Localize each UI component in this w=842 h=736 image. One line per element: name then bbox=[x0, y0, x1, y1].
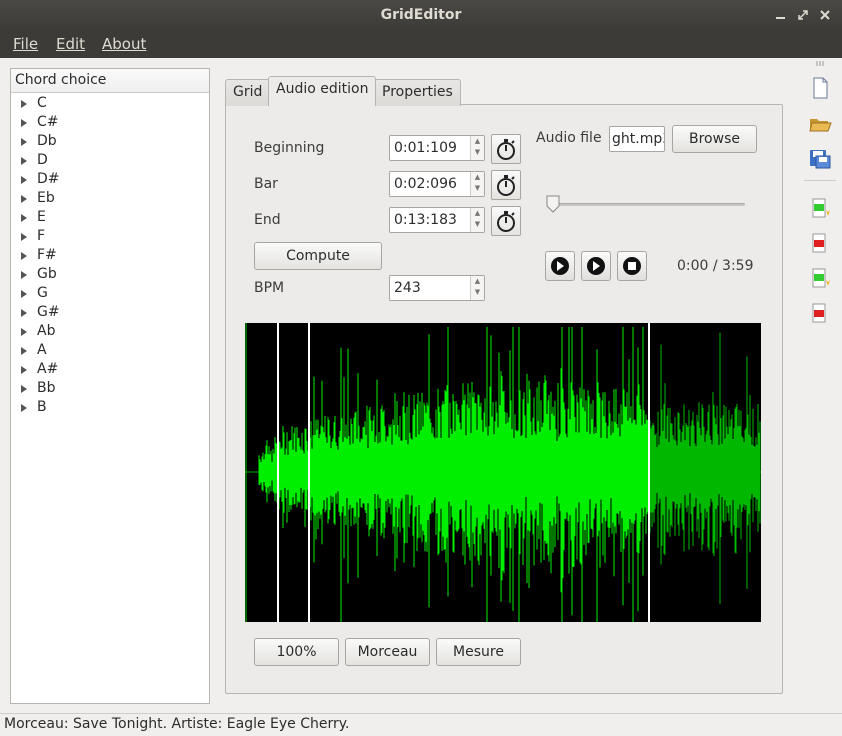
expand-arrow-icon[interactable] bbox=[21, 384, 27, 393]
position-slider-track[interactable] bbox=[547, 203, 745, 206]
chord-choice-panel: Chord choice C C# Db D D# Eb E F F# Gb G… bbox=[10, 68, 210, 704]
end-spinbox[interactable]: 0:13:183 ▲ ▼ bbox=[389, 207, 485, 233]
stop-button[interactable] bbox=[617, 251, 647, 281]
zoom-100-button[interactable]: 100% bbox=[254, 638, 339, 666]
expand-arrow-icon[interactable] bbox=[21, 118, 27, 127]
chord-item-b[interactable]: B bbox=[11, 398, 209, 417]
compute-button[interactable]: Compute bbox=[254, 242, 382, 270]
audio-file-label: Audio file bbox=[536, 130, 602, 146]
chord-item-bb[interactable]: Bb bbox=[11, 379, 209, 398]
new-file-icon[interactable] bbox=[808, 76, 832, 100]
play-icon bbox=[551, 257, 569, 275]
expand-arrow-icon[interactable] bbox=[21, 175, 27, 184]
minimize-icon[interactable] bbox=[772, 6, 790, 24]
spin-arrows-icon[interactable]: ▲ ▼ bbox=[470, 136, 484, 160]
spin-arrows-icon[interactable]: ▲ ▼ bbox=[470, 208, 484, 232]
bpm-spinbox[interactable]: 243 ▲ ▼ bbox=[389, 275, 485, 301]
chord-choice-header: Chord choice bbox=[11, 69, 209, 93]
chord-item-d-sharp[interactable]: D# bbox=[11, 170, 209, 189]
play-bar-button[interactable] bbox=[581, 251, 611, 281]
spin-arrows-icon[interactable]: ▲ ▼ bbox=[470, 172, 484, 196]
chord-item-a-sharp[interactable]: A# bbox=[11, 360, 209, 379]
expand-arrow-icon[interactable] bbox=[21, 156, 27, 165]
stopwatch-icon bbox=[497, 211, 515, 232]
chord-item-g-sharp[interactable]: G# bbox=[11, 303, 209, 322]
expand-arrow-icon[interactable] bbox=[21, 308, 27, 317]
chord-item-e[interactable]: E bbox=[11, 208, 209, 227]
tab-properties[interactable]: Properties bbox=[374, 79, 461, 106]
chord-item-f-sharp[interactable]: F# bbox=[11, 246, 209, 265]
save-as-icon[interactable] bbox=[808, 146, 832, 170]
play-button[interactable] bbox=[545, 251, 575, 281]
tab-grid[interactable]: Grid bbox=[225, 79, 271, 106]
expand-arrow-icon[interactable] bbox=[21, 232, 27, 241]
chord-item-d[interactable]: D bbox=[11, 151, 209, 170]
bpm-label: BPM bbox=[254, 280, 285, 296]
waveform-view[interactable] bbox=[245, 323, 761, 622]
bar-timer-button[interactable] bbox=[491, 170, 521, 200]
bar-label: Bar bbox=[254, 176, 278, 192]
beginning-timer-button[interactable] bbox=[491, 134, 521, 164]
title-bar: GridEditor bbox=[0, 0, 842, 31]
waveform-graphic bbox=[245, 323, 761, 622]
expand-arrow-icon[interactable] bbox=[21, 365, 27, 374]
expand-arrow-icon[interactable] bbox=[21, 327, 27, 336]
expand-arrow-icon[interactable] bbox=[21, 251, 27, 260]
tab-audio-edition[interactable]: Audio edition bbox=[268, 76, 377, 106]
time-display: 0:00 / 3:59 bbox=[677, 258, 754, 274]
expand-arrow-icon[interactable] bbox=[21, 346, 27, 355]
browse-button[interactable]: Browse bbox=[672, 125, 757, 153]
add-row-icon[interactable] bbox=[808, 196, 832, 220]
status-bar: Morceau: Save Tonight. Artiste: Eagle Ey… bbox=[0, 713, 842, 736]
stopwatch-icon bbox=[497, 175, 515, 196]
expand-arrow-icon[interactable] bbox=[21, 213, 27, 222]
chord-item-a[interactable]: A bbox=[11, 341, 209, 360]
stop-icon bbox=[623, 257, 641, 275]
chord-item-eb[interactable]: Eb bbox=[11, 189, 209, 208]
morceau-button[interactable]: Morceau bbox=[345, 638, 430, 666]
spin-arrows-icon[interactable]: ▲ ▼ bbox=[470, 276, 484, 300]
end-timer-button[interactable] bbox=[491, 206, 521, 236]
chord-item-f[interactable]: F bbox=[11, 227, 209, 246]
menu-bar: File Edit About bbox=[0, 31, 842, 58]
expand-arrow-icon[interactable] bbox=[21, 289, 27, 298]
chord-item-g[interactable]: G bbox=[11, 284, 209, 303]
mesure-button[interactable]: Mesure bbox=[436, 638, 521, 666]
toolbar-grip-icon bbox=[816, 61, 824, 66]
chord-item-c-sharp[interactable]: C# bbox=[11, 113, 209, 132]
beginning-spinbox[interactable]: 0:01:109 ▲ ▼ bbox=[389, 135, 485, 161]
remove-row-icon[interactable] bbox=[808, 231, 832, 255]
expand-arrow-icon[interactable] bbox=[21, 137, 27, 146]
end-label: End bbox=[254, 212, 281, 228]
menu-file[interactable]: File bbox=[13, 35, 38, 53]
chord-item-gb[interactable]: Gb bbox=[11, 265, 209, 284]
chord-item-db[interactable]: Db bbox=[11, 132, 209, 151]
beginning-label: Beginning bbox=[254, 140, 325, 156]
menu-edit[interactable]: Edit bbox=[56, 35, 85, 53]
chord-item-ab[interactable]: Ab bbox=[11, 322, 209, 341]
maximize-icon[interactable] bbox=[794, 6, 812, 24]
expand-arrow-icon[interactable] bbox=[21, 99, 27, 108]
add-column-icon[interactable] bbox=[808, 266, 832, 290]
audio-file-field[interactable]: ght.mp3 bbox=[609, 126, 665, 152]
remove-column-icon[interactable] bbox=[808, 301, 832, 325]
expand-arrow-icon[interactable] bbox=[21, 194, 27, 203]
chord-item-c[interactable]: C bbox=[11, 94, 209, 113]
menu-about[interactable]: About bbox=[102, 35, 146, 53]
bar-spinbox[interactable]: 0:02:096 ▲ ▼ bbox=[389, 171, 485, 197]
open-folder-icon[interactable] bbox=[808, 111, 832, 135]
close-icon[interactable] bbox=[816, 6, 834, 24]
play-icon bbox=[587, 257, 605, 275]
expand-arrow-icon[interactable] bbox=[21, 270, 27, 279]
expand-arrow-icon[interactable] bbox=[21, 403, 27, 412]
window-title: GridEditor bbox=[380, 7, 462, 23]
position-slider-handle[interactable] bbox=[545, 195, 561, 213]
right-toolbar bbox=[800, 60, 840, 710]
stopwatch-icon bbox=[497, 139, 515, 160]
